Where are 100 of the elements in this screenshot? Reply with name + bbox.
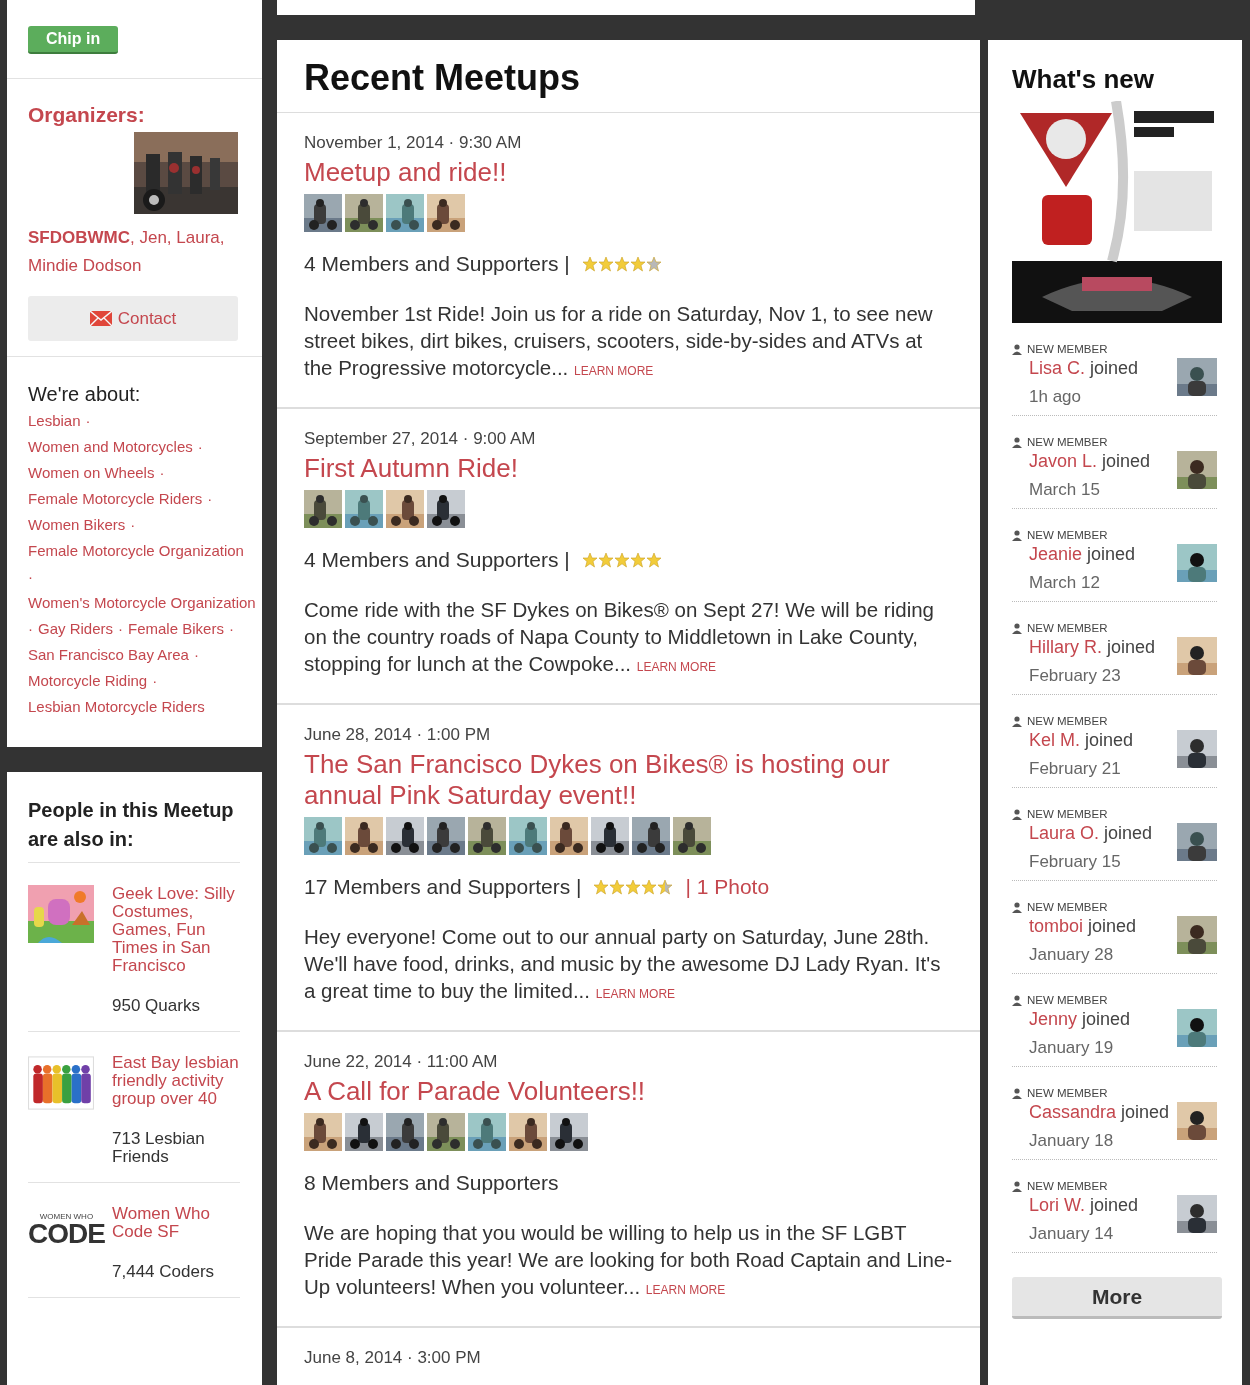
meetup-date: June 28, 2014 · 1:00 PM: [304, 725, 492, 745]
organizer-names: SFDOBWMC, Jen, Laura, Mindie Dodson: [28, 227, 226, 277]
person-icon: [1012, 529, 1022, 541]
attendance-count: 17 Members and Supporters |: [304, 875, 582, 899]
separator-dot: ·: [228, 619, 234, 639]
topic-link[interactable]: Women on Wheels: [28, 460, 155, 486]
person-icon: [1012, 1180, 1022, 1192]
member-name-link[interactable]: Hillary R.: [1029, 637, 1102, 657]
person-icon: [1012, 715, 1022, 727]
member-name-link[interactable]: Cassandra: [1029, 1102, 1117, 1122]
learn-more-link[interactable]: LEARN MORE: [645, 1283, 726, 1297]
star-icon: [645, 552, 662, 568]
person-icon: [1012, 901, 1022, 913]
envelope-icon: [89, 311, 112, 326]
meetup-title-link[interactable]: A Call for Parade Volunteers!!: [304, 1076, 953, 1107]
group-link[interactable]: East Bay lesbian friendly activity group over 40: [112, 1054, 240, 1108]
new-member-label: NEW MEMBER: [1027, 436, 1108, 448]
member-name-link[interactable]: Kel M.: [1029, 730, 1080, 750]
join-time: January 28: [1029, 945, 1115, 965]
member-name-link[interactable]: Javon L.: [1029, 451, 1098, 471]
topic-link[interactable]: Gay Riders: [38, 616, 114, 642]
new-member-label: NEW MEMBER: [1027, 1180, 1108, 1192]
also-in-heading: People in this Meetup are also in:: [28, 796, 240, 863]
star-icon: [641, 879, 658, 895]
meetup-title-link[interactable]: The San Francisco Dykes on Bikes® is hosting our annual Pink Saturday event!!: [304, 749, 953, 811]
separator-dot: ·: [207, 489, 213, 509]
topic-link[interactable]: Women Bikers: [28, 512, 126, 538]
person-icon: [1012, 994, 1022, 1006]
section-title: Recent Meetups: [277, 40, 980, 113]
new-member-label: NEW MEMBER: [1027, 1087, 1108, 1099]
member-joined-text: tomboi joined: [1029, 916, 1137, 937]
group-link[interactable]: Geek Love: Silly Costumes, Games, Fun Times in San Francisco: [112, 885, 240, 975]
member-joined-text: Jeanie joined: [1029, 544, 1136, 565]
about-heading: We're about:: [28, 383, 142, 406]
star-icon: [581, 552, 598, 568]
new-member-label: NEW MEMBER: [1027, 343, 1108, 355]
attendance-count: 4 Members and Supporters |: [304, 548, 570, 572]
star-icon: [609, 879, 626, 895]
topic-link[interactable]: Motorcycle Riding: [28, 668, 148, 694]
attendance-count: 8 Members and Supporters: [304, 1171, 559, 1195]
join-time: January 19: [1029, 1038, 1115, 1058]
join-time: 1h ago: [1029, 387, 1082, 407]
join-time: February 23: [1029, 666, 1122, 686]
people-silhouettes-drawing: [28, 1054, 94, 1112]
member-name-link[interactable]: Lori W.: [1029, 1195, 1085, 1215]
member-joined-text: Cassandra joined: [1029, 1102, 1170, 1123]
meetup-title-link[interactable]: First Autumn Ride!: [304, 453, 953, 484]
star-icon: [629, 256, 646, 272]
topic-link[interactable]: Women's Motorcycle Organization: [28, 590, 256, 616]
contact-button[interactable]: Contact: [28, 296, 238, 341]
star-icon: [613, 552, 630, 568]
topic-link[interactable]: Lesbian Motorcycle Riders: [28, 694, 205, 720]
new-member-label: NEW MEMBER: [1027, 808, 1108, 820]
separator-dot: ·: [159, 463, 165, 483]
separator-dot: ·: [28, 619, 33, 639]
member-joined-text: Laura O. joined: [1029, 823, 1153, 844]
join-time: March 12: [1029, 573, 1101, 593]
topic-link[interactable]: Female Motorcycle Organization: [28, 538, 244, 564]
topic-link[interactable]: Female Motorcycle Riders: [28, 486, 203, 512]
meetup-date: November 1, 2014 · 9:30 AM: [304, 133, 523, 153]
logo: WOMEN WHO CODE: [28, 1212, 105, 1247]
meetup-description: We are hoping that you would be willing to help us in the SF LGBT Pride Parade this year! We are looking for both Road Captain and Line-Up volunteers! When you volunteer... LEARN MORE: [304, 1220, 953, 1300]
member-name-link[interactable]: Jeanie: [1029, 544, 1083, 564]
join-time: January 14: [1029, 1224, 1115, 1244]
member-joined-text: Javon L. joined: [1029, 451, 1151, 472]
join-time: March 15: [1029, 480, 1101, 500]
member-name-link[interactable]: Laura O.: [1029, 823, 1100, 843]
star-icon: [613, 256, 630, 272]
learn-more-link[interactable]: LEARN MORE: [636, 660, 717, 674]
member-name-link[interactable]: Jenny: [1029, 1009, 1078, 1029]
photo-link[interactable]: | 1 Photo: [685, 875, 770, 899]
learn-more-link[interactable]: LEARN MORE: [595, 987, 676, 1001]
separator-dot: ·: [118, 619, 124, 639]
topic-link[interactable]: Female Bikers: [128, 616, 224, 642]
member-name-link[interactable]: Lisa C.: [1029, 358, 1086, 378]
star-icon: [625, 879, 642, 895]
group-link[interactable]: Women Who Code SF: [112, 1205, 240, 1241]
member-joined-text: Lisa C. joined: [1029, 358, 1139, 379]
new-member-label: NEW MEMBER: [1027, 715, 1108, 727]
more-button[interactable]: More: [1012, 1277, 1222, 1319]
topic-link[interactable]: Lesbian: [28, 408, 81, 434]
meetup-title-link[interactable]: Meetup and ride!!: [304, 157, 953, 188]
member-joined-text: Lori W. joined: [1029, 1195, 1139, 1216]
member-name-link[interactable]: tomboi: [1029, 916, 1084, 936]
star-icon: [597, 256, 614, 272]
meetup-date: June 8, 2014 · 3:00 PM: [304, 1348, 482, 1368]
new-member-label: NEW MEMBER: [1027, 994, 1108, 1006]
separator-dot: ·: [130, 515, 136, 535]
star-icon: [593, 879, 610, 895]
star-icon: [581, 256, 598, 272]
topic-link[interactable]: San Francisco Bay Area: [28, 642, 189, 668]
person-icon: [1012, 343, 1022, 355]
meetup-date: June 22, 2014 · 11:00 AM: [304, 1052, 499, 1072]
new-member-label: NEW MEMBER: [1027, 901, 1108, 913]
learn-more-link[interactable]: LEARN MORE: [574, 364, 654, 378]
organizers-heading: Organizers:: [28, 103, 146, 127]
topic-link[interactable]: Women and Motorcycles: [28, 434, 193, 460]
member-count: 950 Quarks: [112, 997, 201, 1015]
chip-in-button[interactable]: Chip in: [28, 26, 119, 54]
member-count: 713 Lesbian Friends: [112, 1130, 206, 1166]
